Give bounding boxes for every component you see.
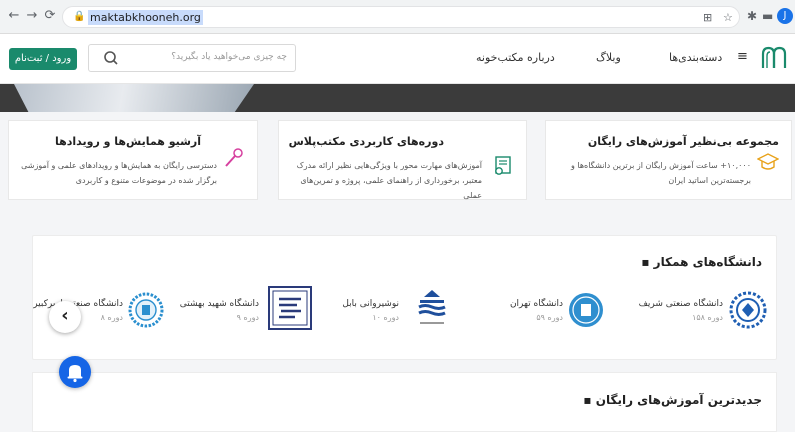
nav-categories[interactable]: دسته‌بندی‌ها (669, 51, 722, 64)
reload-icon[interactable]: ⟳ (42, 8, 58, 24)
search-input[interactable]: چه چیزی می‌خواهید یاد بگیرید؟ (88, 44, 296, 72)
feature-desc: آموزش‌های مهارت محور با ویژگی‌هایی نظیر … (296, 161, 482, 200)
feature-desc: ۱۰,۰۰۰+ ساعت آموزش رایگان از برترین دانش… (570, 161, 751, 185)
hamburger-icon[interactable]: ≡ (737, 49, 748, 64)
feature-desc: دسترسی رایگان به همایش‌ها و رویدادهای عل… (21, 161, 217, 185)
university-course-count: ۸ دوره (100, 313, 123, 322)
feature-title: مجموعه بی‌نظیر آموزش‌های رایگان (587, 135, 779, 148)
hero-image (14, 84, 254, 112)
bookmark-star-icon[interactable]: ☆ (723, 11, 733, 24)
babol-logo (418, 290, 446, 324)
login-register-button[interactable]: ورود / ثبت‌نام (9, 48, 77, 70)
back-icon[interactable]: ← (6, 8, 22, 24)
site-header: ورود / ثبت‌نام چه چیزی می‌خواهید یاد بگی… (0, 34, 795, 84)
translate-icon[interactable]: ⊞ (703, 11, 712, 24)
media-icon[interactable]: ▬ (762, 9, 773, 23)
feature-title: دوره‌های کاربردی مکتب‌پلاس (288, 135, 444, 148)
chevron-left-icon: ‹ (61, 305, 69, 326)
tehran-logo (569, 293, 603, 327)
amirkabir-logo (128, 292, 164, 328)
university-course-count: ۹ دوره (236, 313, 259, 322)
latest-free-courses-section: ▪ جدیدترین آموزش‌های رایگان (32, 372, 777, 432)
partner-universities-section: ▪ دانشگاه‌های همکار دانشگاه صنعتی شریف ۱… (32, 235, 777, 360)
beheshti-logo (268, 286, 312, 330)
nav-about[interactable]: درباره مکتب‌خونه (476, 51, 555, 64)
nav-blog[interactable]: وبلاگ (596, 51, 621, 64)
profile-avatar[interactable]: J (777, 8, 793, 24)
microphone-icon (225, 148, 243, 167)
feature-title: آرشیو همایش‌ها و رویدادها (54, 135, 201, 148)
browser-toolbar: ← → ⟳ 🔒 maktabkhooneh.org ⊞ ☆ ✱ ▬ J (0, 0, 795, 34)
university-course-count: ۱۰ دوره (372, 313, 399, 322)
university-name: نوشیروانی بابل (342, 299, 399, 309)
university-name: دانشگاه شهید بهشتی (179, 299, 259, 309)
feature-card-maktab-plus[interactable]: دوره‌های کاربردی مکتب‌پلاس آموزش‌های مها… (278, 120, 527, 200)
extensions-icon[interactable]: ✱ (747, 9, 757, 23)
section-title: ▪ دانشگاه‌های همکار (641, 255, 762, 269)
search-icon[interactable] (103, 48, 119, 72)
university-course-count: ۱۵۸ دوره (692, 313, 723, 322)
university-item-beheshti[interactable]: دانشگاه شهید بهشتی ۹ دوره (179, 286, 323, 331)
university-name: دانشگاه صنعتی شریف (638, 299, 723, 309)
sharif-logo (729, 291, 767, 329)
notification-bell-button[interactable] (59, 356, 91, 388)
feature-card-events[interactable]: آرشیو همایش‌ها و رویدادها دسترسی رایگان … (8, 120, 258, 200)
search-placeholder: چه چیزی می‌خواهید یاد بگیرید؟ (171, 52, 287, 62)
hero-banner (0, 84, 795, 112)
url-text[interactable]: maktabkhooneh.org (88, 10, 203, 25)
university-item-sharif[interactable]: دانشگاه صنعتی شریف ۱۵۸ دوره (633, 291, 773, 331)
certificate-icon (495, 156, 511, 175)
university-item-tehran[interactable]: دانشگاه تهران ۵۹ دوره (483, 291, 613, 331)
address-bar[interactable]: 🔒 maktabkhooneh.org ⊞ ☆ (62, 6, 740, 28)
maktabkhooneh-logo[interactable] (760, 44, 788, 72)
university-item-babol[interactable]: نوشیروانی بابل ۱۰ دوره (333, 290, 463, 331)
university-course-count: ۵۹ دوره (536, 313, 563, 322)
forward-icon[interactable]: → (24, 8, 40, 24)
graduation-cap-icon (757, 153, 779, 170)
feature-card-free-courses[interactable]: مجموعه بی‌نظیر آموزش‌های رایگان ۱۰,۰۰۰+ … (545, 120, 792, 200)
lock-icon: 🔒 (73, 11, 86, 22)
section-title: ▪ جدیدترین آموزش‌های رایگان (583, 393, 762, 407)
bell-icon (67, 365, 83, 383)
university-name: دانشگاه تهران (509, 299, 563, 309)
carousel-prev-button[interactable]: ‹ (49, 301, 81, 333)
